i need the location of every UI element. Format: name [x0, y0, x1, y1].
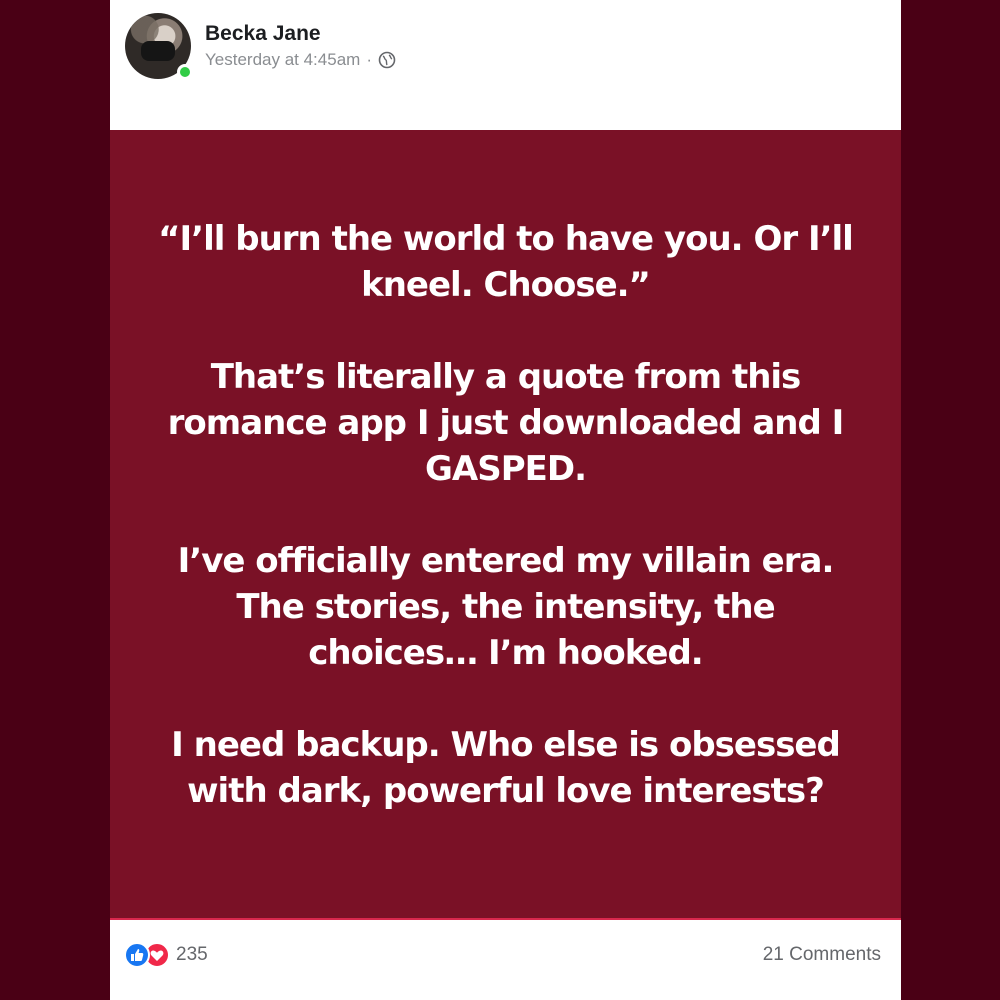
author-name[interactable]: Becka Jane — [205, 22, 321, 46]
comments-link[interactable]: 21 Comments — [763, 944, 881, 966]
reaction-count: 235 — [176, 944, 208, 965]
post-card: Becka Jane Yesterday at 4:45am · “I’ll b… — [110, 0, 901, 1000]
online-status-icon — [177, 64, 193, 80]
post-header: Becka Jane Yesterday at 4:45am · — [110, 0, 901, 130]
post-paragraph: “I’ll burn the world to have you. Or I’l… — [158, 219, 854, 305]
globe-icon[interactable] — [378, 51, 396, 69]
avatar-mask — [141, 41, 175, 61]
meta-separator: · — [366, 50, 372, 69]
like-icon — [124, 942, 150, 968]
post-paragraph: I’ve officially entered my villain era. … — [177, 541, 835, 673]
post-timestamp[interactable]: Yesterday at 4:45am — [205, 50, 360, 70]
post-footer: 235 21 Comments — [110, 920, 901, 1000]
post-paragraph: I need backup. Who else is obsessed with… — [171, 725, 841, 811]
post-meta: Yesterday at 4:45am · — [205, 50, 396, 70]
page: Becka Jane Yesterday at 4:45am · “I’ll b… — [0, 0, 1000, 1000]
post-text: “I’ll burn the world to have you. Or I’l… — [150, 216, 861, 814]
reactions-summary[interactable]: 235 — [124, 942, 208, 968]
post-paragraph: That’s literally a quote from this roman… — [167, 357, 845, 489]
post-content: “I’ll burn the world to have you. Or I’l… — [110, 130, 901, 920]
